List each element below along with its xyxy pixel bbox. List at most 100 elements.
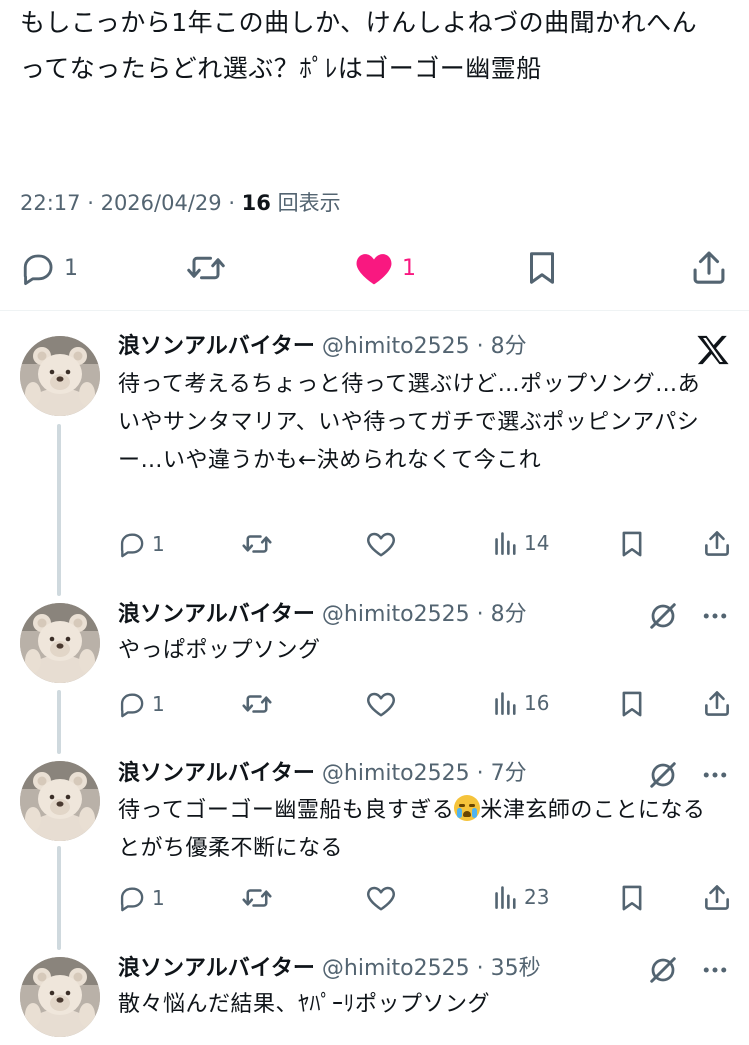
repost-icon: [242, 889, 272, 907]
reply-button[interactable]: 1: [118, 690, 165, 718]
reply-text: やっぱポップソング: [118, 638, 321, 663]
post-meta: 22:17 · 2026/04/29 · 16 回表示: [20, 191, 341, 215]
more-options-icon[interactable]: [700, 760, 730, 794]
bookmark-button[interactable]: [526, 250, 558, 286]
reply-action-bar: 1 23: [118, 880, 738, 916]
timestamp[interactable]: 8分: [491, 334, 527, 359]
heart-icon: [367, 886, 395, 911]
like-button[interactable]: [366, 530, 396, 558]
reply-icon: [120, 533, 144, 558]
bookmark-icon: [622, 885, 642, 911]
heart-icon: [367, 692, 395, 717]
reply-button[interactable]: 1: [118, 884, 165, 912]
reply-icon: [120, 887, 144, 912]
repost-button[interactable]: [186, 250, 226, 286]
views-button[interactable]: 14: [494, 530, 549, 556]
like-button[interactable]: [366, 884, 396, 912]
share-button[interactable]: [704, 688, 730, 718]
share-icon: [705, 885, 729, 910]
timestamp[interactable]: 8分: [491, 602, 527, 627]
handle[interactable]: @himito2525: [322, 956, 470, 981]
avatar[interactable]: [20, 603, 100, 683]
repost-button[interactable]: [242, 690, 272, 718]
heart-filled-icon: [356, 254, 392, 285]
handle[interactable]: @himito2525: [322, 334, 470, 359]
reply-action-bar: 1 14: [118, 526, 738, 562]
teddy-bear-avatar-image: [20, 957, 100, 1037]
reply-text: 散々悩んだ結果、ﾔﾊﾟｰﾘポップソング: [118, 992, 491, 1017]
repost-icon: [242, 535, 272, 553]
post-date[interactable]: 2026/04/29: [101, 191, 222, 215]
grok-icon[interactable]: [648, 955, 678, 989]
bookmark-icon: [530, 252, 554, 284]
reply-count: 1: [152, 532, 165, 556]
avatar[interactable]: [20, 336, 100, 416]
analytics-icon: [495, 886, 516, 909]
reply-icon: [23, 254, 53, 286]
share-icon: [693, 251, 725, 284]
handle[interactable]: @himito2525: [322, 761, 470, 786]
teddy-bear-avatar-image: [20, 603, 100, 683]
reply-header: 浪ソンアルバイター @himito2525 · 7分: [118, 761, 527, 786]
analytics-icon: [495, 692, 516, 715]
teddy-bear-avatar-image: [20, 761, 100, 841]
teddy-bear-avatar-image: [20, 336, 100, 416]
divider: [0, 310, 749, 311]
reply-count: 1: [64, 255, 78, 281]
reply-button[interactable]: 1: [20, 250, 78, 286]
main-action-bar: 1 1: [0, 246, 749, 292]
view-count: 23: [524, 885, 550, 909]
reply-count: 1: [152, 886, 165, 910]
repost-button[interactable]: [242, 530, 272, 558]
reply-text: 待ってゴーゴー幽霊船も良すぎる 米津玄師のことになるとがち優柔不断になる: [118, 792, 718, 868]
view-count: 14: [524, 531, 550, 555]
views-button[interactable]: 23: [494, 884, 549, 910]
repost-button[interactable]: [242, 884, 272, 912]
reply-button[interactable]: 1: [118, 530, 165, 558]
avatar[interactable]: [20, 761, 100, 841]
share-icon: [705, 691, 729, 716]
view-count: 16: [241, 191, 271, 215]
bookmark-button[interactable]: [620, 884, 644, 912]
post-time[interactable]: 22:17: [20, 191, 81, 215]
main-post-text: もしこっから1年この曲しか、けんしよねづの曲聞かれへんってなったらどれ選ぶ？ﾎﾟ…: [20, 8, 698, 83]
display-name[interactable]: 浪ソンアルバイター: [118, 761, 315, 786]
bookmark-button[interactable]: [620, 690, 644, 718]
share-button[interactable]: [704, 882, 730, 912]
avatar[interactable]: [20, 957, 100, 1037]
share-button[interactable]: [704, 528, 730, 558]
like-button[interactable]: 1: [354, 250, 416, 286]
heart-icon: [367, 532, 395, 557]
grok-icon[interactable]: [648, 601, 678, 635]
like-button[interactable]: [366, 690, 396, 718]
reply-icon: [120, 693, 144, 718]
like-count: 1: [402, 255, 416, 281]
timestamp[interactable]: 35秒: [491, 956, 541, 981]
timestamp[interactable]: 7分: [491, 761, 527, 786]
view-count: 16: [524, 691, 550, 715]
repost-icon: [187, 256, 225, 280]
more-options-icon[interactable]: [700, 955, 730, 989]
display-name[interactable]: 浪ソンアルバイター: [118, 602, 315, 627]
analytics-icon: [495, 532, 516, 555]
thread-line: [57, 690, 61, 754]
bookmark-button[interactable]: [620, 530, 644, 558]
more-options-icon[interactable]: [700, 601, 730, 635]
reply-count: 1: [152, 692, 165, 716]
views-button[interactable]: 16: [494, 690, 549, 716]
reply-text-part: 待ってゴーゴー幽霊船も良すぎる: [118, 798, 455, 823]
share-icon: [705, 531, 729, 556]
reply-header: 浪ソンアルバイター @himito2525 · 35秒: [118, 956, 541, 981]
thread-line: [57, 424, 61, 596]
thread-line: [57, 846, 61, 950]
share-button[interactable]: [692, 248, 726, 286]
display-name[interactable]: 浪ソンアルバイター: [118, 956, 315, 981]
view-label: 回表示: [277, 191, 341, 215]
grok-icon[interactable]: [648, 760, 678, 794]
display-name[interactable]: 浪ソンアルバイター: [118, 334, 315, 359]
loudly-crying-face-emoji-icon: [454, 795, 481, 821]
x-logo-icon[interactable]: [696, 334, 730, 370]
handle[interactable]: @himito2525: [322, 602, 470, 627]
bookmark-icon: [622, 531, 642, 557]
reply-header: 浪ソンアルバイター @himito2525 · 8分: [118, 334, 527, 359]
